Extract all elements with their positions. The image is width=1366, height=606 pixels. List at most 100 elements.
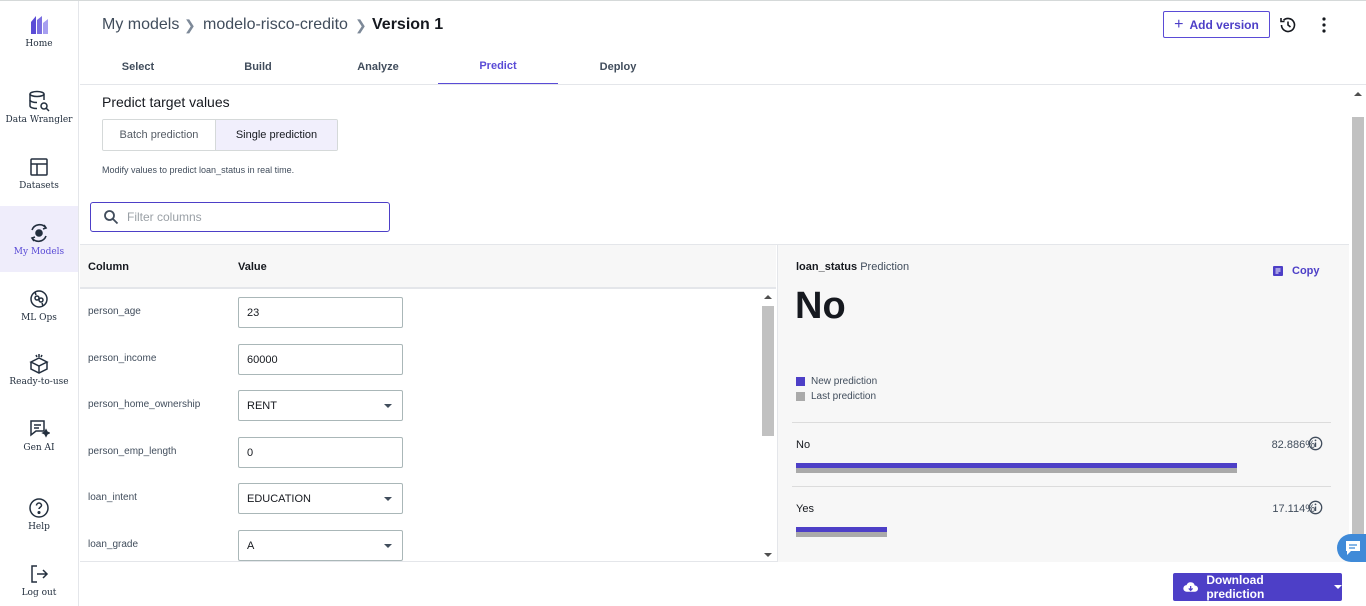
- class-label-no: No: [796, 439, 811, 451]
- nav-item-data-wrangler[interactable]: Data Wrangler: [0, 89, 78, 129]
- tab-predict[interactable]: Predict: [438, 49, 558, 84]
- breadcrumb-model[interactable]: modelo-risco-credito: [203, 16, 348, 34]
- nav-label: Help: [28, 522, 50, 532]
- batch-prediction-button[interactable]: Batch prediction: [103, 120, 216, 150]
- nav-label: My Models: [13, 247, 65, 257]
- person-income-input[interactable]: 60000: [238, 344, 403, 375]
- divider: [792, 486, 1331, 487]
- bar-last-yes: [796, 532, 887, 537]
- prediction-suffix: Prediction: [860, 261, 910, 273]
- field-value: RENT: [247, 399, 277, 412]
- legend-new-prediction: New prediction: [796, 376, 877, 387]
- caret-down-icon: [384, 404, 392, 408]
- info-icon[interactable]: [1308, 436, 1323, 451]
- legend-last-prediction: Last prediction: [796, 391, 876, 402]
- field-value: 60000: [247, 353, 278, 366]
- breadcrumb-separator-icon: ❯: [355, 17, 367, 33]
- nav-item-help[interactable]: Help: [0, 496, 78, 536]
- legend-label: Last prediction: [811, 391, 877, 402]
- log-out-icon: [29, 562, 49, 586]
- divider: [792, 422, 1331, 423]
- gen-ai-icon: [28, 417, 50, 441]
- legend-label: New prediction: [811, 376, 878, 387]
- nav-item-log-out[interactable]: Log out: [0, 562, 78, 602]
- field-value: A: [247, 539, 255, 552]
- prediction-value: No: [795, 285, 846, 327]
- breadcrumb-my-models[interactable]: My models: [102, 16, 179, 34]
- nav-label: Data Wrangler: [5, 115, 73, 125]
- info-icon[interactable]: [1308, 500, 1323, 515]
- prediction-description: Modify values to predict loan_status in …: [102, 165, 295, 175]
- nav-item-gen-ai[interactable]: Gen AI: [0, 417, 78, 457]
- page-scrollbar[interactable]: [1350, 85, 1366, 561]
- field-value: 23: [247, 306, 260, 319]
- help-icon: [28, 496, 50, 520]
- column-header: Column: [88, 261, 129, 273]
- tab-analyze[interactable]: Analyze: [318, 49, 438, 84]
- nav-label: Home: [25, 39, 53, 49]
- prediction-mode-toggle: Batch prediction Single prediction: [102, 119, 338, 151]
- nav-label: Datasets: [19, 181, 59, 191]
- nav-label: Gen AI: [23, 443, 55, 453]
- document-icon: [1273, 266, 1283, 276]
- datasets-icon: [29, 155, 49, 179]
- table-scrollbar[interactable]: [761, 291, 775, 561]
- history-icon: [1280, 17, 1296, 33]
- chat-help-button[interactable]: [1337, 534, 1366, 562]
- person-age-input[interactable]: 23: [238, 297, 403, 328]
- field-value: EDUCATION: [247, 492, 311, 505]
- loan-intent-select[interactable]: EDUCATION: [238, 483, 403, 514]
- vertical-dots-icon: [1322, 17, 1326, 33]
- my-models-icon: [28, 221, 50, 245]
- scroll-down-icon[interactable]: [761, 551, 775, 559]
- row-label: person_emp_length: [88, 446, 177, 457]
- loan-grade-select[interactable]: A: [238, 530, 403, 561]
- breadcrumb-separator-icon: ❯: [184, 17, 196, 33]
- person-emp-length-input[interactable]: 0: [238, 437, 403, 468]
- nav-item-home[interactable]: Home: [0, 13, 78, 63]
- filter-columns-input[interactable]: [127, 210, 377, 224]
- legend-swatch-new: [796, 377, 805, 386]
- tab-deploy[interactable]: Deploy: [558, 49, 678, 84]
- download-prediction-button[interactable]: Download prediction: [1173, 573, 1342, 601]
- prediction-panel: loan_status Prediction Copy No New predi…: [777, 244, 1349, 562]
- row-label: loan_grade: [88, 539, 139, 550]
- scrollbar-thumb[interactable]: [762, 306, 774, 436]
- scrollbar-thumb[interactable]: [1352, 117, 1364, 537]
- scroll-up-icon[interactable]: [761, 293, 775, 301]
- plus-icon: +: [1174, 15, 1184, 33]
- download-label: Download prediction: [1206, 573, 1265, 601]
- row-label: person_home_ownership: [88, 399, 201, 410]
- nav-item-ready-to-use[interactable]: Ready-to-use: [0, 351, 78, 391]
- tab-build[interactable]: Build: [198, 49, 318, 84]
- copy-button[interactable]: Copy: [1272, 265, 1320, 277]
- legend-swatch-last: [796, 392, 805, 401]
- more-options-button[interactable]: [1316, 15, 1332, 35]
- feature-values-table: Column Value person_age 23 person_income…: [80, 244, 777, 562]
- caret-down-icon: [1334, 585, 1342, 589]
- nav-item-my-models[interactable]: My Models: [0, 206, 78, 272]
- add-version-label: Add version: [1189, 17, 1259, 32]
- prediction-title: loan_status Prediction: [796, 261, 909, 273]
- scroll-up-icon[interactable]: [1350, 89, 1366, 99]
- add-version-button[interactable]: + Add version: [1163, 11, 1270, 38]
- person-home-ownership-select[interactable]: RENT: [238, 390, 403, 421]
- breadcrumb-version: Version 1: [372, 16, 444, 33]
- app-root: Home Data Wrangler Datasets My Models ML…: [0, 0, 1366, 606]
- ready-to-use-icon: [28, 351, 50, 375]
- single-prediction-button[interactable]: Single prediction: [216, 120, 337, 150]
- table-header: Column Value: [80, 245, 776, 289]
- nav-item-ml-ops[interactable]: ML Ops: [0, 287, 78, 327]
- workflow-tabs: Select Build Analyze Predict Deploy: [80, 49, 1366, 85]
- search-icon: [104, 210, 119, 225]
- tab-select[interactable]: Select: [78, 49, 198, 84]
- nav-item-datasets[interactable]: Datasets: [0, 155, 78, 195]
- home-logo-icon: [29, 13, 49, 37]
- value-header: Value: [238, 261, 267, 273]
- caret-down-icon: [384, 544, 392, 548]
- version-history-button[interactable]: [1278, 15, 1298, 35]
- left-navigation: Home Data Wrangler Datasets My Models ML…: [0, 1, 79, 606]
- filter-columns-field: [90, 202, 390, 232]
- row-label: loan_intent: [88, 492, 137, 503]
- field-value: 0: [247, 446, 254, 459]
